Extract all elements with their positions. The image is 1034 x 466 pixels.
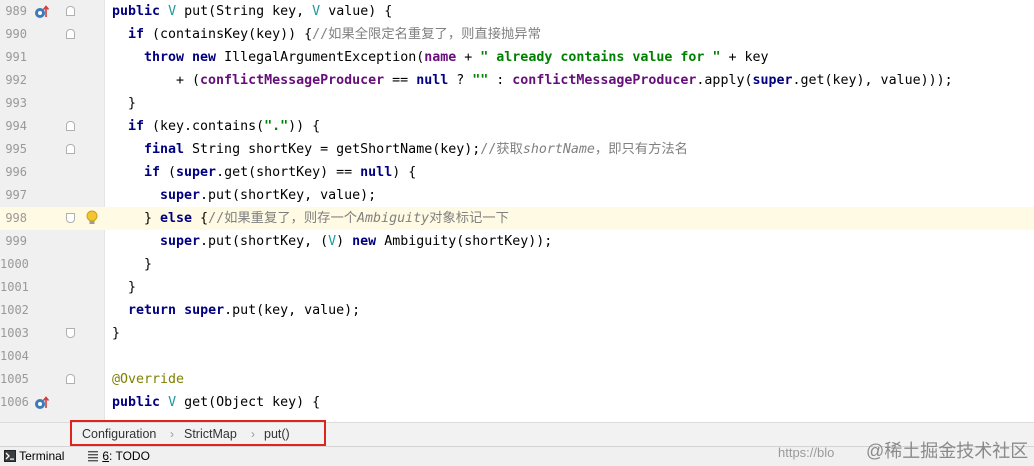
code-line[interactable]: 1004 bbox=[0, 345, 1034, 368]
line-number: 1005 bbox=[0, 372, 29, 386]
code-text[interactable]: if (key.contains(".")) { bbox=[128, 115, 320, 138]
code-line[interactable]: 995 final String shortKey = getShortName(… bbox=[0, 138, 1034, 161]
code-line[interactable]: 999 super.put(shortKey, (V) new Ambiguity… bbox=[0, 230, 1034, 253]
intention-bulb-icon[interactable] bbox=[85, 210, 99, 226]
line-number: 992 bbox=[5, 73, 27, 87]
code-text[interactable]: } bbox=[128, 92, 136, 115]
code-line[interactable]: 992 + (conflictMessageProducer == null ? … bbox=[0, 69, 1034, 92]
code-line[interactable]: 1005 @Override bbox=[0, 368, 1034, 391]
code-text[interactable]: public V get(Object key) { bbox=[112, 391, 320, 414]
code-text[interactable]: } bbox=[112, 322, 120, 345]
tool-window-bar: Terminal 6: TODO https://blo @稀土掘金技术社区 bbox=[0, 441, 1034, 466]
line-number: 998 bbox=[5, 211, 27, 225]
watermark-url: https://blo bbox=[778, 445, 835, 460]
code-text[interactable]: } else {//如果重复了，则存一个Ambiguity对象标记一下 bbox=[144, 207, 509, 230]
line-number: 1003 bbox=[0, 326, 29, 340]
line-number: 1004 bbox=[0, 349, 29, 363]
breadcrumb-highlight-box bbox=[70, 420, 326, 446]
fold-marker-icon[interactable] bbox=[66, 213, 75, 223]
code-line[interactable]: 993} bbox=[0, 92, 1034, 115]
code-text[interactable]: final String shortKey = getShortName(key… bbox=[144, 138, 688, 161]
code-line[interactable]: 989 public V put(String key, V value) { bbox=[0, 0, 1034, 23]
code-line[interactable]: 998 } else {//如果重复了，则存一个Ambiguity对象标记一下 bbox=[0, 207, 1034, 230]
code-text[interactable]: if (containsKey(key)) {//如果全限定名重复了，则直接抛异… bbox=[128, 23, 541, 46]
line-number: 991 bbox=[5, 50, 27, 64]
code-text[interactable]: @Override bbox=[112, 368, 184, 391]
watermark-brand: @稀土掘金技术社区 bbox=[866, 441, 1029, 461]
override-gutter-icon[interactable] bbox=[34, 4, 50, 18]
fold-marker-icon[interactable] bbox=[66, 144, 75, 154]
code-line[interactable]: 996 if (super.get(shortKey) == null) { bbox=[0, 161, 1034, 184]
code-text[interactable]: return super.put(key, value); bbox=[128, 299, 360, 322]
line-number: 994 bbox=[5, 119, 27, 133]
code-line[interactable]: 1001} bbox=[0, 276, 1034, 299]
todo-tab[interactable]: 6: TODO bbox=[87, 447, 150, 466]
line-number: 1001 bbox=[0, 280, 29, 294]
line-number: 997 bbox=[5, 188, 27, 202]
code-text[interactable]: } bbox=[144, 253, 152, 276]
terminal-label: Terminal bbox=[19, 449, 65, 463]
code-text[interactable]: + (conflictMessageProducer == null ? "" … bbox=[176, 69, 953, 92]
line-number: 1000 bbox=[0, 257, 29, 271]
code-line[interactable]: 994 if (key.contains(".")) { bbox=[0, 115, 1034, 138]
code-line[interactable]: 990 if (containsKey(key)) {//如果全限定名重复了，则直… bbox=[0, 23, 1034, 46]
code-editor[interactable]: 989 public V put(String key, V value) {99… bbox=[0, 0, 1034, 422]
line-number: 996 bbox=[5, 165, 27, 179]
fold-marker-icon[interactable] bbox=[66, 374, 75, 384]
line-number: 995 bbox=[5, 142, 27, 156]
todo-icon bbox=[88, 451, 98, 462]
code-line[interactable]: 1002 return super.put(key, value); bbox=[0, 299, 1034, 322]
terminal-icon bbox=[4, 450, 16, 462]
fold-marker-icon[interactable] bbox=[66, 6, 75, 16]
code-text[interactable]: throw new IllegalArgumentException(name … bbox=[144, 46, 769, 69]
fold-marker-icon[interactable] bbox=[66, 328, 75, 338]
todo-label: : TODO bbox=[109, 449, 150, 463]
fold-marker-icon[interactable] bbox=[66, 29, 75, 39]
code-line[interactable]: 1003} bbox=[0, 322, 1034, 345]
code-line[interactable]: 997 super.put(shortKey, value); bbox=[0, 184, 1034, 207]
code-text[interactable]: public V put(String key, V value) { bbox=[112, 0, 392, 23]
code-text[interactable]: } bbox=[128, 276, 136, 299]
code-line[interactable]: 1000} bbox=[0, 253, 1034, 276]
line-number: 1006 bbox=[0, 395, 29, 409]
code-text[interactable]: super.put(shortKey, value); bbox=[160, 184, 376, 207]
code-text[interactable]: if (super.get(shortKey) == null) { bbox=[144, 161, 416, 184]
terminal-tab[interactable]: Terminal bbox=[4, 447, 64, 466]
line-number: 999 bbox=[5, 234, 27, 248]
code-line[interactable]: 991 throw new IllegalArgumentException(na… bbox=[0, 46, 1034, 69]
line-number: 990 bbox=[5, 27, 27, 41]
code-text[interactable]: super.put(shortKey, (V) new Ambiguity(sh… bbox=[160, 230, 552, 253]
line-number: 1002 bbox=[0, 303, 29, 317]
override-gutter-icon[interactable] bbox=[34, 395, 50, 409]
fold-marker-icon[interactable] bbox=[66, 121, 75, 131]
line-number: 989 bbox=[5, 4, 27, 18]
line-number: 993 bbox=[5, 96, 27, 110]
code-line[interactable]: 1006 public V get(Object key) { bbox=[0, 391, 1034, 414]
